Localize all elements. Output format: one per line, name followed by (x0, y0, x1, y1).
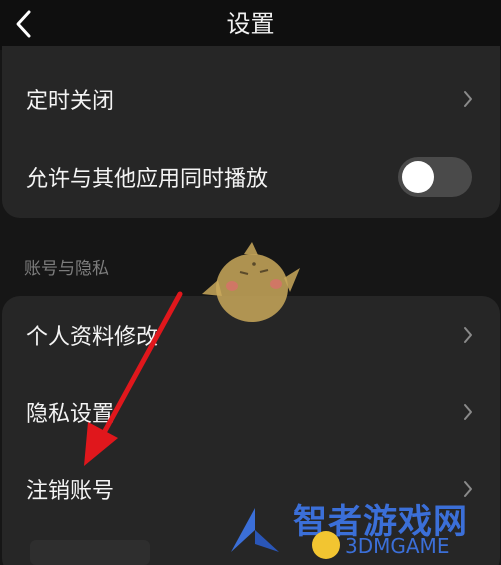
chevron-right-icon (464, 404, 472, 420)
watermark-ball-icon (312, 531, 340, 559)
timer-close-label: 定时关闭 (26, 89, 115, 114)
watermark-logo-icon (231, 508, 279, 552)
settings-card-playback: 定时关闭 允许与其他应用同时播放 (2, 46, 500, 218)
mascot-sticker-icon (202, 242, 300, 322)
mix-playback-label: 允许与其他应用同时播放 (26, 167, 269, 192)
watermark-en-text: 3DMGAME (345, 534, 450, 558)
next-card-edge (30, 540, 150, 565)
timer-close-row[interactable]: 定时关闭 (2, 64, 500, 134)
section-label-account-privacy: 账号与隐私 (24, 259, 109, 279)
top-bar: 设置 (0, 0, 501, 50)
chevron-right-icon (464, 327, 472, 343)
chevron-right-icon (464, 91, 472, 107)
mix-playback-toggle[interactable] (398, 157, 472, 197)
toggle-knob (402, 161, 434, 193)
cancel-account-label: 注销账号 (26, 479, 115, 504)
page-title: 设置 (226, 10, 275, 38)
watermark: 智者游戏网 3DMGAME (225, 494, 501, 565)
mix-playback-row: 允许与其他应用同时播放 (2, 142, 500, 212)
red-annotation-arrow-icon (84, 291, 183, 466)
